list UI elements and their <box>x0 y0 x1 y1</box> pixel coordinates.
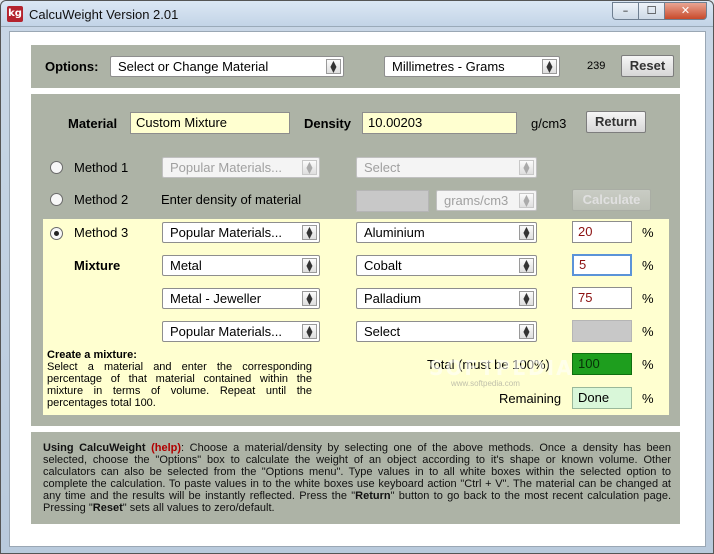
up-down-arrow-icon: ▲ ▼ <box>519 324 534 339</box>
method-2-unit-select[interactable]: grams/cm3 ▲ ▼ <box>436 190 537 211</box>
reset-button[interactable]: Reset <box>621 55 674 77</box>
up-down-arrow-icon: ▲ ▼ <box>326 59 341 74</box>
method-2-description: Enter density of material <box>161 192 302 207</box>
up-down-arrow-icon: ▲ ▼ <box>519 258 534 273</box>
help-return-word: Return <box>355 490 391 502</box>
mixture-row-1-material-select[interactable]: Aluminium ▲ ▼ <box>356 222 537 243</box>
help-text: Using CalcuWeight (help): Choose a mater… <box>43 442 671 514</box>
mixture-row-2-material: Cobalt <box>364 258 402 273</box>
client-area: Options: Select or Change Material ▲ ▼ Mi… <box>9 31 706 547</box>
mixture-row-3-percent-sign: % <box>642 291 654 306</box>
mixture-row-3-category: Metal - Jeweller <box>170 291 262 306</box>
material-name-field[interactable]: Custom Mixture <box>130 112 290 134</box>
mixture-row-4-material: Select <box>364 324 401 339</box>
up-down-arrow-icon: ▲ ▼ <box>302 160 317 175</box>
density-label: Density <box>304 116 351 131</box>
method-3-radio[interactable] <box>50 227 63 240</box>
mixture-row-3-category-select[interactable]: Metal - Jeweller ▲ ▼ <box>162 288 320 309</box>
up-down-arrow-icon: ▲ ▼ <box>519 193 534 208</box>
mixture-row-4-percent-sign: % <box>642 324 654 339</box>
create-mixture-heading: Create a mixture: <box>47 349 137 361</box>
mixture-row-2-percent-input[interactable]: 5 <box>572 254 632 276</box>
main-panel: Material Custom Mixture Density 10.00203… <box>31 94 680 426</box>
up-down-arrow-icon: ▲ ▼ <box>302 225 317 240</box>
remaining-value: Done <box>572 387 632 409</box>
calculate-button[interactable]: Calculate <box>572 189 651 211</box>
mixture-row-1-category-select[interactable]: Popular Materials... ▲ ▼ <box>162 222 320 243</box>
minimize-icon[interactable]: – <box>612 2 638 20</box>
up-down-arrow-icon: ▲ ▼ <box>519 225 534 240</box>
total-value: 100 <box>572 353 632 375</box>
mixture-row-1-category: Popular Materials... <box>170 225 282 240</box>
density-field[interactable]: 10.00203 <box>362 112 517 134</box>
remaining-label: Remaining <box>499 391 562 406</box>
options-label: Options: <box>45 59 99 74</box>
up-down-arrow-icon: ▲ ▼ <box>542 59 557 74</box>
up-down-arrow-icon: ▲ ▼ <box>302 324 317 339</box>
help-reset-word: Reset <box>92 502 123 514</box>
app-window: kg CalcuWeight Version 2.01 – ☐ ✕ Option… <box>0 0 714 554</box>
material-label: Material <box>68 116 118 131</box>
up-down-arrow-icon: ▲ ▼ <box>519 160 534 175</box>
material-options-select[interactable]: Select or Change Material ▲ ▼ <box>110 56 344 77</box>
mixture-row-3-percent-input[interactable]: 75 <box>572 287 632 309</box>
method-1-popular-select-value: Popular Materials... <box>170 160 282 175</box>
mixture-row-3-material: Palladium <box>364 291 422 306</box>
method-2-radio[interactable] <box>50 193 63 206</box>
units-select[interactable]: Millimetres - Grams ▲ ▼ <box>384 56 560 77</box>
method-2-density-input[interactable] <box>356 190 429 212</box>
help-text-part-3: " sets all values to zero/default. <box>122 502 275 514</box>
mixture-row-4-material-select[interactable]: Select ▲ ▼ <box>356 321 537 342</box>
return-button[interactable]: Return <box>586 111 646 133</box>
mixture-row-2-percent-sign: % <box>642 258 654 273</box>
method-1-radio[interactable] <box>50 161 63 174</box>
maximize-icon[interactable]: ☐ <box>638 2 664 20</box>
create-mixture-note: Create a mixture: Select a material and … <box>47 349 312 409</box>
watermark-url: www.softpedia.com <box>451 379 520 388</box>
watermark: SOFTPEDIA <box>429 356 574 380</box>
mixture-row-1-percent-input[interactable]: 20 <box>572 221 632 243</box>
method-1-material-select-value: Select <box>364 160 401 175</box>
method-2-unit-select-value: grams/cm3 <box>444 193 509 208</box>
options-panel: Options: Select or Change Material ▲ ▼ Mi… <box>31 45 680 88</box>
help-lead: Using CalcuWeight <box>43 442 146 454</box>
material-options-select-value: Select or Change Material <box>118 59 269 74</box>
mixture-row-4-category-select[interactable]: Popular Materials... ▲ ▼ <box>162 321 320 342</box>
close-icon[interactable]: ✕ <box>664 2 707 20</box>
up-down-arrow-icon: ▲ ▼ <box>302 258 317 273</box>
mixture-row-1-percent-sign: % <box>642 225 654 240</box>
mixture-row-2-category: Metal <box>170 258 202 273</box>
help-panel: Using CalcuWeight (help): Choose a mater… <box>31 432 680 524</box>
window-title: CalcuWeight Version 2.01 <box>29 7 179 22</box>
app-icon: kg <box>7 6 23 22</box>
mixture-row-2-material-select[interactable]: Cobalt ▲ ▼ <box>356 255 537 276</box>
density-unit: g/cm3 <box>531 116 567 131</box>
mixture-row-1-material: Aluminium <box>364 225 425 240</box>
up-down-arrow-icon: ▲ ▼ <box>519 291 534 306</box>
mixture-row-4-percent-input[interactable] <box>572 320 632 342</box>
title-bar[interactable]: kg CalcuWeight Version 2.01 – ☐ ✕ <box>1 1 713 27</box>
create-mixture-text: Select a material and enter the correspo… <box>47 361 312 409</box>
mixture-row-3-material-select[interactable]: Palladium ▲ ▼ <box>356 288 537 309</box>
remaining-percent-sign: % <box>642 391 654 406</box>
calc-count: 239 <box>587 60 606 72</box>
mixture-row-2-category-select[interactable]: Metal ▲ ▼ <box>162 255 320 276</box>
up-down-arrow-icon: ▲ ▼ <box>302 291 317 306</box>
total-percent-sign: % <box>642 357 654 372</box>
units-select-value: Millimetres - Grams <box>392 59 505 74</box>
method-3-label: Method 3 <box>74 225 129 240</box>
help-link[interactable]: (help) <box>151 442 181 454</box>
method-1-material-select[interactable]: Select ▲ ▼ <box>356 157 537 178</box>
method-1-popular-select[interactable]: Popular Materials... ▲ ▼ <box>162 157 320 178</box>
method-2-label: Method 2 <box>74 192 129 207</box>
method-1-label: Method 1 <box>74 160 129 175</box>
mixture-row-4-category: Popular Materials... <box>170 324 282 339</box>
mixture-label: Mixture <box>74 258 121 273</box>
